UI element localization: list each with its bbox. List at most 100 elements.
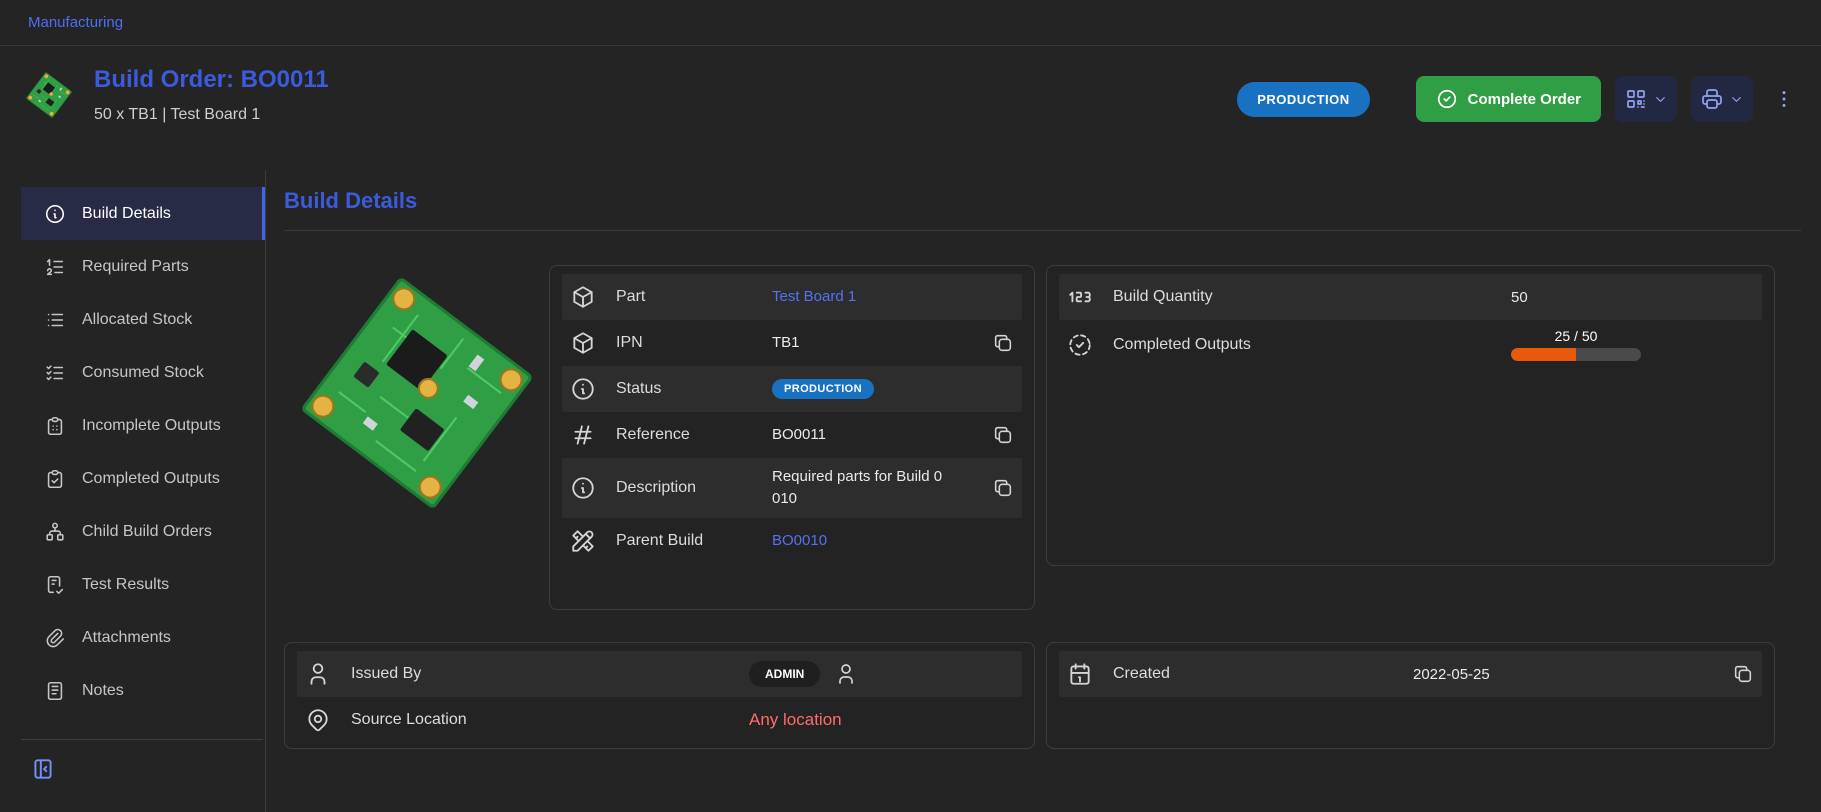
notes-icon: [44, 680, 66, 702]
row-value: Required parts for Build 0010: [772, 466, 944, 510]
copy-icon: [1732, 663, 1754, 685]
complete-order-button[interactable]: Complete Order: [1416, 76, 1601, 122]
main-panel: Build Details Part Test Board 1: [266, 170, 1821, 812]
info-circle-icon: [44, 203, 66, 225]
user-icon: [305, 661, 331, 687]
chevron-down-icon: [1729, 92, 1744, 107]
sidebar-item-test-results[interactable]: Test Results: [21, 558, 265, 611]
qrcode-icon: [1624, 87, 1648, 111]
row-label: Issued By: [351, 665, 739, 683]
row-value: BO0011: [772, 424, 944, 446]
sidebar-item-build-details[interactable]: Build Details: [21, 187, 265, 240]
numbers-123-icon: [1067, 284, 1093, 310]
build-quantity-card: Build Quantity 50 Completed Outputs 25 /…: [1046, 265, 1775, 566]
sidebar-item-incomplete-outputs[interactable]: Incomplete Outputs: [21, 399, 265, 452]
title-block: Build Order: BO0011 50 x TB1 | Test Boar…: [94, 66, 329, 124]
map-pin-icon: [305, 707, 331, 733]
sidebar-item-label: Child Build Orders: [82, 523, 212, 541]
table-row-issued-by: Issued By ADMIN: [297, 651, 1022, 697]
table-row-build-quantity: Build Quantity 50: [1059, 274, 1762, 320]
table-row-parent-build: Parent Build BO0010: [562, 518, 1022, 564]
sidebar: Build Details Required Parts Allocated S…: [0, 170, 266, 812]
row-label: Source Location: [351, 711, 739, 729]
hash-icon: [570, 422, 596, 448]
printer-icon: [1700, 87, 1724, 111]
sitemap-icon: [44, 521, 66, 543]
table-row-description: Description Required parts for Build 001…: [562, 458, 1022, 518]
package-icon: [570, 330, 596, 356]
copy-button[interactable]: [992, 424, 1014, 446]
list-numbers-icon: [44, 256, 66, 278]
status-badge: PRODUCTION: [772, 379, 874, 399]
page-subtitle: 50 x TB1 | Test Board 1: [94, 106, 329, 124]
row-label: Part: [616, 288, 708, 306]
list-icon: [44, 309, 66, 331]
created-card: Created 2022-05-25: [1046, 642, 1775, 749]
part-image[interactable]: [291, 267, 543, 519]
table-row-status: Status PRODUCTION: [562, 366, 1022, 412]
complete-order-label: Complete Order: [1468, 91, 1581, 108]
row-label: Status: [616, 380, 708, 398]
heading-divider: [284, 230, 1801, 231]
sidebar-item-label: Build Details: [82, 205, 171, 223]
progress-label: 25 / 50: [1555, 328, 1598, 344]
admin-badge: ADMIN: [749, 661, 820, 687]
sidebar-collapse-button[interactable]: [30, 756, 64, 782]
sidebar-item-required-parts[interactable]: Required Parts: [21, 240, 265, 293]
breadcrumb-link-manufacturing[interactable]: Manufacturing: [28, 14, 123, 31]
sidebar-item-label: Allocated Stock: [82, 311, 192, 329]
issued-by-card: Issued By ADMIN Source Location Any loca…: [284, 642, 1035, 749]
sidebar-item-child-build-orders[interactable]: Child Build Orders: [21, 505, 265, 558]
overflow-menu-button[interactable]: [1773, 88, 1795, 110]
row-label: IPN: [616, 334, 708, 352]
row-label: Created: [1113, 665, 1403, 683]
copy-icon: [992, 332, 1014, 354]
sidebar-item-label: Notes: [82, 682, 124, 700]
progress-bar-track: [1511, 348, 1641, 361]
copy-icon: [992, 424, 1014, 446]
paperclip-icon: [44, 627, 66, 649]
row-value: TB1: [772, 332, 944, 354]
progress-check-icon: [1067, 332, 1093, 358]
print-actions-button[interactable]: [1691, 76, 1753, 122]
copy-button[interactable]: [1732, 663, 1754, 685]
parent-build-link[interactable]: BO0010: [772, 530, 944, 552]
sidebar-item-allocated-stock[interactable]: Allocated Stock: [21, 293, 265, 346]
sidebar-item-label: Attachments: [82, 629, 171, 647]
build-details-card: Part Test Board 1 IPN TB1: [549, 265, 1035, 610]
table-row-created: Created 2022-05-25: [1059, 651, 1762, 697]
sidebar-item-label: Required Parts: [82, 258, 189, 276]
sidebar-item-attachments[interactable]: Attachments: [21, 611, 265, 664]
copy-button[interactable]: [992, 332, 1014, 354]
user-icon: [834, 662, 858, 686]
row-label: Description: [616, 479, 708, 497]
breadcrumb: Manufacturing: [0, 0, 1821, 46]
clipboard-tick-icon: [44, 574, 66, 596]
dots-vertical-icon: [1773, 88, 1795, 110]
row-label: Parent Build: [616, 532, 708, 550]
page-header: Build Order: BO0011 50 x TB1 | Test Boar…: [0, 46, 1821, 170]
clipboard-check-icon: [44, 468, 66, 490]
sidebar-item-completed-outputs[interactable]: Completed Outputs: [21, 452, 265, 505]
circle-check-icon: [1436, 88, 1458, 110]
source-location-value: Any location: [749, 710, 1014, 730]
part-image-box: [284, 265, 549, 519]
sidebar-item-label: Incomplete Outputs: [82, 417, 221, 435]
table-row-ipn: IPN TB1: [562, 320, 1022, 366]
package-icon: [570, 284, 596, 310]
table-row-completed-outputs: Completed Outputs 25 / 50: [1059, 320, 1762, 369]
part-thumbnail-image[interactable]: [24, 70, 74, 120]
row-value: 50: [1511, 289, 1754, 306]
part-link[interactable]: Test Board 1: [772, 286, 944, 308]
barcode-actions-button[interactable]: [1615, 76, 1677, 122]
table-row-part: Part Test Board 1: [562, 274, 1022, 320]
status-badge: PRODUCTION: [1237, 82, 1369, 117]
sidebar-item-label: Test Results: [82, 576, 169, 594]
sidebar-item-notes[interactable]: Notes: [21, 664, 265, 717]
copy-button[interactable]: [992, 477, 1014, 499]
info-circle-icon: [570, 475, 596, 501]
row-label: Reference: [616, 426, 708, 444]
sidebar-item-consumed-stock[interactable]: Consumed Stock: [21, 346, 265, 399]
table-row-reference: Reference BO0011: [562, 412, 1022, 458]
sidebar-item-label: Consumed Stock: [82, 364, 204, 382]
